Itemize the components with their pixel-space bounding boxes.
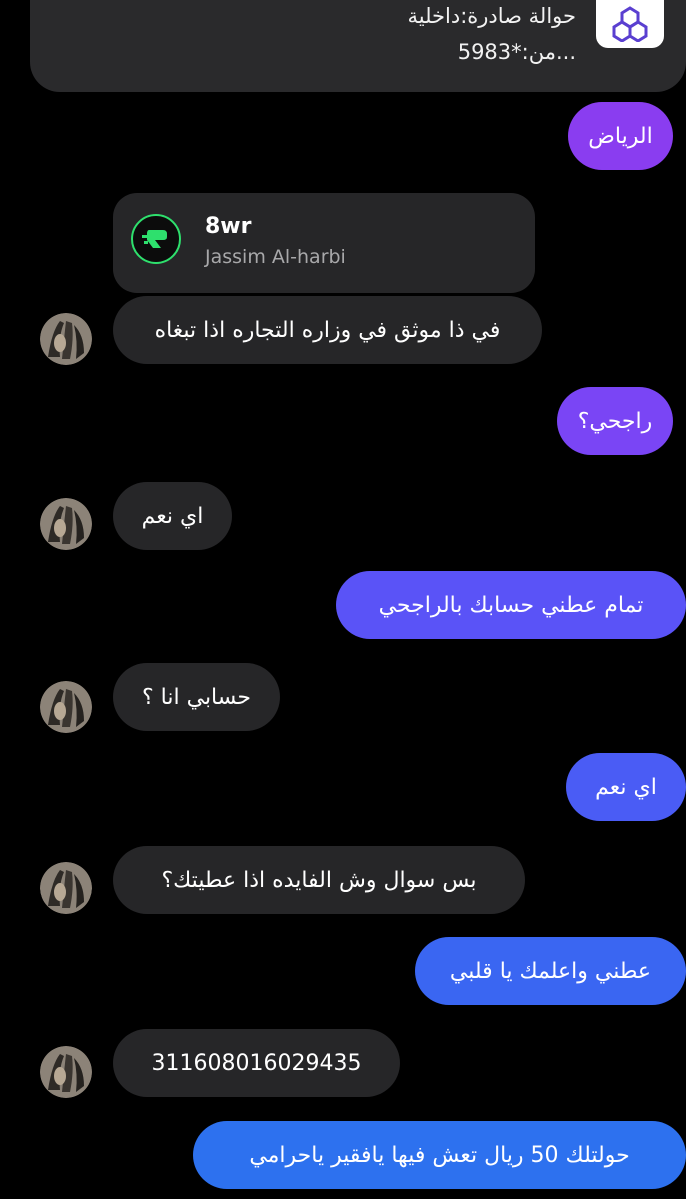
shared-profile-subtitle: Jassim Al-harbi [205, 246, 346, 268]
outgoing-message[interactable]: عطني واعلمك يا قلبي [415, 937, 686, 1005]
avatar[interactable] [40, 862, 92, 914]
incoming-message[interactable]: حسابي انا ؟ [113, 663, 280, 731]
outgoing-message[interactable]: حولتلك 50 ريال تعش فيها يافقير ياحرامي [193, 1121, 686, 1189]
avatar[interactable] [40, 498, 92, 550]
forwarded-notification-card[interactable] [30, 0, 686, 92]
incoming-message[interactable]: اي نعم [113, 482, 232, 550]
outgoing-message[interactable]: تمام عطني حسابك بالراجحي [336, 571, 686, 639]
avatar[interactable] [40, 681, 92, 733]
notification-title: حوالة صادرة:داخلية [407, 4, 576, 28]
avatar[interactable] [40, 1046, 92, 1098]
shared-profile-name: 8wr [205, 214, 252, 239]
bank-logo-icon [596, 0, 664, 48]
profile-logo-icon [131, 214, 181, 264]
incoming-message[interactable]: 311608016029435 [113, 1029, 400, 1097]
incoming-message[interactable]: في ذا موثق في وزاره التجاره اذا تبغاه [113, 296, 542, 364]
avatar[interactable] [40, 313, 92, 365]
outgoing-message[interactable]: راجحي؟ [557, 387, 673, 455]
incoming-message[interactable]: بس سوال وش الفايده اذا عطيتك؟ [113, 846, 525, 914]
outgoing-message[interactable]: اي نعم [566, 753, 686, 821]
outgoing-message[interactable]: الرياض [568, 102, 673, 170]
notification-sender: من:*5983... [457, 40, 576, 64]
